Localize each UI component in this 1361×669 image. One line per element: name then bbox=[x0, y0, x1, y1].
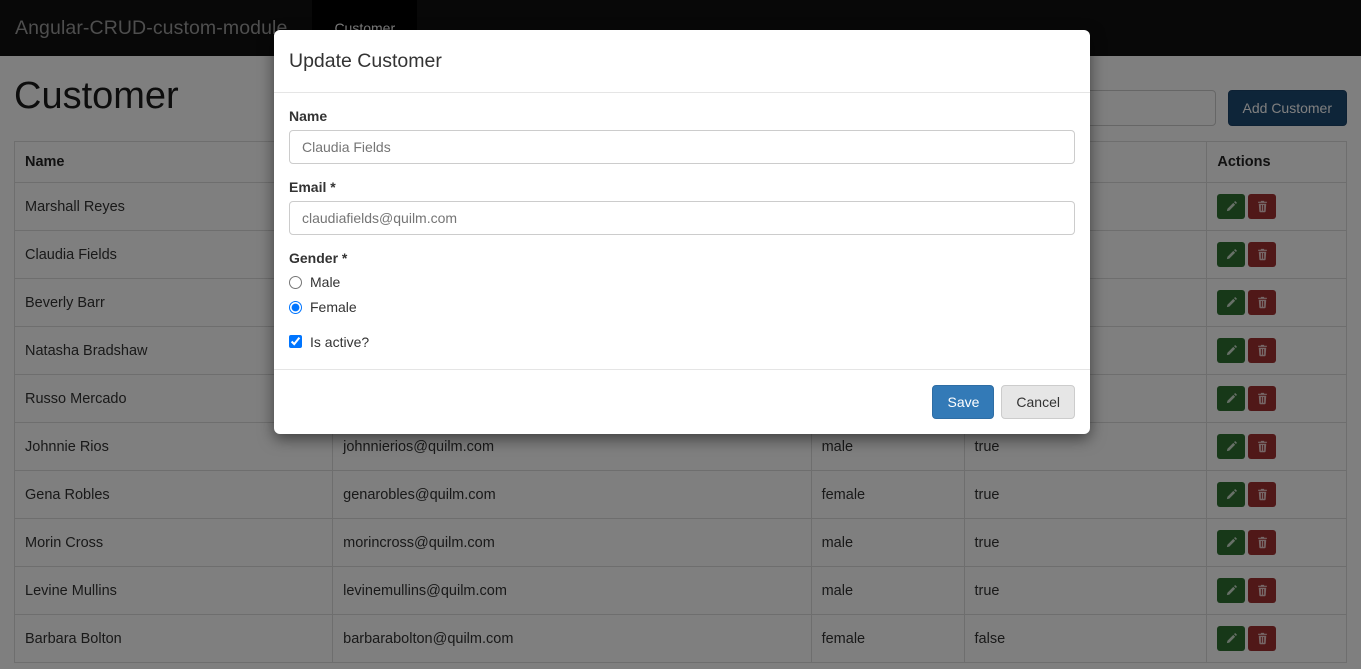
name-input[interactable] bbox=[289, 129, 1075, 164]
gender-radio-female-label[interactable]: Female bbox=[310, 299, 357, 315]
gender-radio-male-label[interactable]: Male bbox=[310, 274, 340, 290]
is-active-checkbox[interactable] bbox=[289, 335, 302, 349]
email-label: Email * bbox=[289, 179, 1075, 195]
form-group-gender: Gender * Male Female Is active? bbox=[289, 250, 1075, 350]
gender-label-text: Gender bbox=[289, 249, 339, 266]
gender-required-mark: * bbox=[341, 249, 348, 266]
update-customer-modal: Update Customer Name Email * Gender * Ma… bbox=[274, 30, 1090, 434]
name-label-text: Name bbox=[289, 107, 328, 124]
form-group-email: Email * bbox=[289, 179, 1075, 235]
form-group-name: Name bbox=[289, 108, 1075, 164]
modal-header: Update Customer bbox=[274, 30, 1090, 93]
modal-title: Update Customer bbox=[289, 50, 442, 72]
is-active-label[interactable]: Is active? bbox=[310, 334, 369, 350]
gender-option-male[interactable]: Male bbox=[289, 272, 1075, 293]
modal-body: Name Email * Gender * Male Female bbox=[274, 93, 1090, 369]
gender-radio-female[interactable] bbox=[289, 300, 302, 314]
is-active-row[interactable]: Is active? bbox=[289, 334, 1075, 350]
email-input[interactable] bbox=[289, 200, 1075, 235]
name-label: Name bbox=[289, 108, 1075, 124]
modal-footer: Save Cancel bbox=[274, 368, 1090, 434]
gender-radio-male[interactable] bbox=[289, 275, 302, 289]
gender-label: Gender * bbox=[289, 250, 1075, 266]
cancel-button[interactable]: Cancel bbox=[1001, 384, 1075, 419]
email-label-text: Email bbox=[289, 178, 327, 195]
email-required-mark: * bbox=[330, 178, 336, 195]
save-button[interactable]: Save bbox=[932, 384, 995, 419]
gender-option-female[interactable]: Female bbox=[289, 297, 1075, 318]
